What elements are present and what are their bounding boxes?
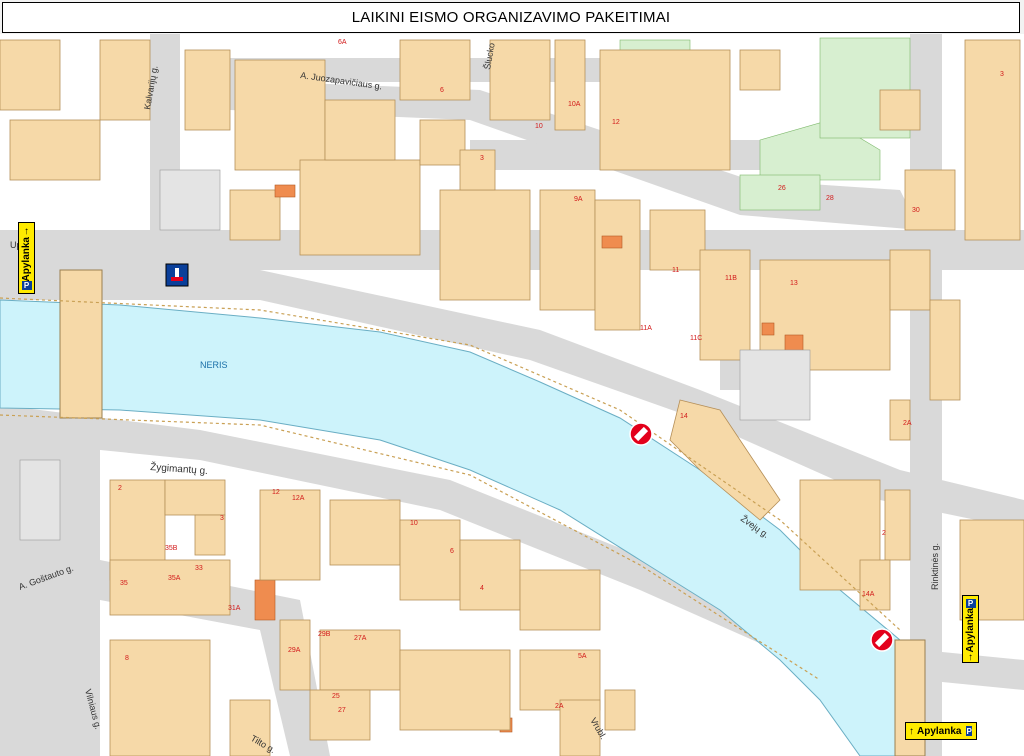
house-number: 13 bbox=[790, 280, 798, 287]
house-number: 10 bbox=[535, 123, 543, 130]
house-number: 4 bbox=[480, 585, 484, 592]
street-rinktines: Rinktinės g. bbox=[930, 543, 940, 590]
river-label: NERIS bbox=[200, 360, 228, 370]
detour-sign-left: ↑ Apylanka P bbox=[18, 222, 35, 294]
detour-sign-right: P Apylanka ↑ bbox=[962, 595, 979, 663]
house-number: 29A bbox=[288, 647, 301, 654]
house-number: 2 bbox=[882, 530, 886, 537]
house-number: 3 bbox=[220, 515, 224, 522]
house-number: 8 bbox=[125, 655, 129, 662]
house-number: 35 bbox=[120, 580, 128, 587]
parking-icon: P bbox=[21, 281, 32, 291]
detour-sign-bottom: ↑ Apylanka P bbox=[905, 722, 977, 740]
house-number: 2 bbox=[118, 485, 122, 492]
map-title: LAIKINI EISMO ORGANIZAVIMO PAKEITIMAI bbox=[351, 9, 671, 26]
house-number: 26 bbox=[778, 185, 786, 192]
house-number: 11C bbox=[690, 335, 702, 342]
bridge-west bbox=[59, 269, 103, 419]
up-arrow-icon: ↑ bbox=[968, 652, 973, 664]
house-number: 27 bbox=[338, 707, 346, 714]
up-arrow-icon: ↑ bbox=[909, 725, 914, 737]
house-number: 14A bbox=[862, 591, 875, 598]
house-number: 12A bbox=[292, 495, 305, 502]
house-number: 6 bbox=[440, 87, 444, 94]
house-number: 35B bbox=[165, 545, 178, 552]
house-number: 11A bbox=[640, 325, 652, 332]
house-number: 3 bbox=[480, 155, 484, 162]
map-canvas[interactable]: A. Juozapavičiaus g. Kalvarijų g. Upė Šl… bbox=[0, 34, 1024, 756]
detour-sign-label: Apylanka bbox=[917, 725, 962, 737]
house-number: 3 bbox=[1000, 71, 1004, 78]
house-number: 12 bbox=[612, 119, 620, 126]
house-number: 33 bbox=[195, 565, 203, 572]
house-number: 14 bbox=[680, 413, 688, 420]
map-title-bar: LAIKINI EISMO ORGANIZAVIMO PAKEITIMAI bbox=[2, 2, 1020, 33]
house-number: 6 bbox=[450, 548, 454, 555]
house-number: 11B bbox=[725, 275, 737, 282]
house-number: 11 bbox=[672, 267, 679, 274]
house-number: 31A bbox=[228, 605, 241, 612]
no-entry-sign bbox=[870, 628, 894, 652]
house-number: 12 bbox=[272, 489, 280, 496]
detour-sign-label: Apylanka bbox=[21, 237, 32, 282]
house-number: 10A bbox=[568, 101, 581, 108]
house-number: 28 bbox=[826, 195, 834, 202]
house-number: 6A bbox=[338, 39, 347, 46]
house-number: 5A bbox=[578, 653, 587, 660]
house-number: 9A bbox=[574, 196, 583, 203]
house-number: 29B bbox=[318, 631, 331, 638]
no-entry-sign bbox=[629, 422, 653, 446]
house-number: 2A bbox=[555, 703, 564, 710]
house-number: 2A bbox=[903, 420, 912, 427]
house-number: 27A bbox=[354, 635, 367, 642]
dead-end-sign bbox=[165, 263, 189, 287]
detour-sign-label: Apylanka bbox=[965, 608, 976, 653]
up-arrow-icon: ↑ bbox=[24, 226, 29, 237]
parking-icon: P bbox=[965, 599, 976, 608]
house-number: 10 bbox=[410, 520, 418, 527]
parking-icon: P bbox=[966, 726, 972, 736]
house-number: 35A bbox=[168, 575, 181, 582]
house-number: 25 bbox=[332, 693, 340, 700]
house-number: 30 bbox=[912, 207, 920, 214]
